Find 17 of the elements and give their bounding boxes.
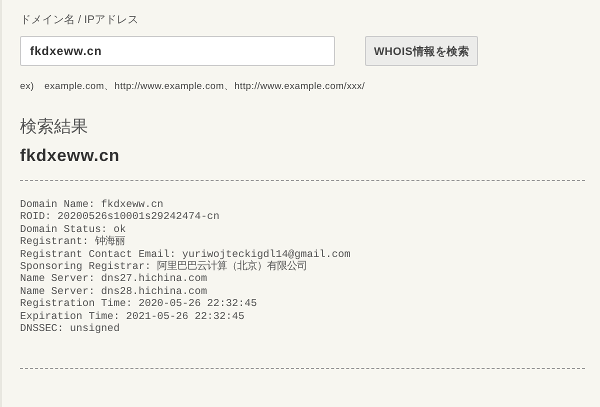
whois-record-line: Registrant Contact Email: yuriwojteckigdl14@gmail.com [20,248,352,261]
domain-input-field[interactable]: fkdxeww.cn [20,36,335,66]
whois-record-line: Sponsoring Registrar: 阿里巴巴云计算（北京）有限公司 [20,261,308,274]
example-text: ex) example.com、http://www.example.com、http://www.example.com/xxx/ [20,80,366,93]
field-label: ドメイン名 / IPアドレス [20,13,140,27]
whois-search-button[interactable]: WHOIS情報を検索 [365,36,478,66]
whois-record-line: Name Server: dns28.hichina.com [20,286,208,298]
whois-record-line: Expiration Time: 2021-05-26 22:32:45 [20,310,246,324]
results-heading: 検索結果 [20,116,89,138]
whois-record-line: ROID: 20200526s10001s29242474-cn [20,211,221,224]
whois-record-line: Domain Status: ok [20,224,128,236]
domain-title: fkdxeww.cn [20,146,121,166]
whois-record-line: Registration Time: 2020-05-26 22:32:45 [20,298,258,311]
whois-record-line: DNSSEC: unsigned [20,323,121,336]
whois-record-line: Domain Name: fkdxeww.cn [20,199,164,212]
whois-record-line: Registrant: 钟海丽 [20,236,126,249]
whois-record-line: Name Server: dns27.hichina.com [20,273,208,286]
